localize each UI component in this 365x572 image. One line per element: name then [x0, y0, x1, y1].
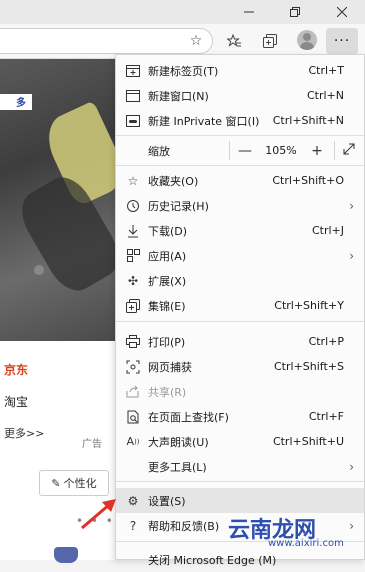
profile-avatar[interactable]	[297, 30, 317, 50]
minimize-button[interactable]	[226, 0, 272, 24]
zoom-controls: — 105% +	[234, 138, 328, 163]
settings-menu: 新建标签页(T) Ctrl+T 新建窗口(N) Ctrl+N 新建 InPriv…	[115, 54, 365, 567]
page-content: 多 京东 淘宝 更多>> 广告 ✎ 个性化 • • •	[0, 59, 115, 563]
close-icon	[337, 7, 347, 17]
menu-item-find[interactable]: 在页面上查找(F) Ctrl+F	[116, 404, 364, 429]
collections-icon[interactable]	[258, 29, 282, 53]
menu-item-read-aloud[interactable]: A)) 大声朗读(U) Ctrl+Shift+U	[116, 429, 364, 454]
menu-item-new-inprivate[interactable]: 新建 InPrivate 窗口(I) Ctrl+Shift+N	[116, 108, 364, 133]
apps-icon	[125, 248, 141, 264]
chevron-right-icon: ›	[349, 248, 354, 263]
favorite-star-icon[interactable]: ☆	[184, 29, 208, 53]
download-icon	[125, 223, 141, 239]
menu-divider	[116, 135, 364, 136]
close-button[interactable]	[319, 0, 365, 24]
more-link[interactable]: 更多>>	[4, 425, 44, 441]
watermark-url: www.aixiri.com	[268, 538, 344, 549]
web-capture-icon	[125, 359, 141, 375]
zoom-in-button[interactable]: +	[306, 143, 328, 159]
menu-item-extensions[interactable]: ✣ 扩展(X)	[116, 268, 364, 293]
banner-image[interactable]: 多	[0, 59, 115, 341]
share-icon	[125, 384, 141, 400]
menu-item-share[interactable]: 共享(R)	[116, 379, 364, 404]
minimize-icon	[244, 11, 254, 13]
ad-label: 广告	[82, 439, 102, 450]
title-bar	[0, 0, 365, 24]
menu-divider	[116, 165, 364, 166]
fullscreen-icon[interactable]	[343, 143, 355, 158]
menu-item-settings[interactable]: ⚙ 设置(S)	[116, 488, 364, 513]
chevron-right-icon: ›	[349, 198, 354, 213]
collections-icon	[125, 298, 141, 314]
restore-button[interactable]	[272, 0, 318, 24]
inprivate-icon	[125, 113, 141, 129]
menu-item-history[interactable]: 历史记录(H) ›	[116, 193, 364, 218]
edit-icon: ✎	[51, 476, 61, 490]
settings-and-more-button[interactable]: ···	[326, 28, 358, 54]
menu-item-web-capture[interactable]: 网页捕获 Ctrl+Shift+S	[116, 354, 364, 379]
chevron-right-icon: ›	[349, 518, 354, 533]
chevron-right-icon: ›	[349, 459, 354, 474]
address-bar[interactable]	[0, 28, 213, 54]
find-icon	[125, 409, 141, 425]
taobao-link[interactable]: 淘宝	[4, 393, 28, 410]
jd-link[interactable]: 京东	[4, 361, 28, 378]
settings-icon: ⚙	[127, 493, 139, 508]
menu-item-apps[interactable]: 应用(A) ›	[116, 243, 364, 268]
menu-divider	[116, 321, 364, 322]
favorites-icon[interactable]	[222, 29, 246, 53]
more-icon: ···	[333, 33, 351, 49]
menu-item-favorites[interactable]: ☆ 收藏夹(O) Ctrl+Shift+O	[116, 168, 364, 193]
menu-item-zoom: 缩放 — 105% +	[116, 138, 364, 163]
banner-label[interactable]: 多	[0, 94, 32, 110]
restore-icon	[290, 7, 300, 17]
read-aloud-icon: A))	[126, 435, 140, 448]
menu-item-new-tab[interactable]: 新建标签页(T) Ctrl+T	[116, 58, 364, 83]
favorites-icon: ☆	[127, 173, 139, 188]
red-arrow-annotation	[81, 499, 116, 530]
history-icon	[125, 198, 141, 214]
zoom-out-button[interactable]: —	[234, 143, 256, 159]
menu-item-downloads[interactable]: 下载(D) Ctrl+J	[116, 218, 364, 243]
extensions-icon: ✣	[127, 273, 139, 288]
menu-item-more-tools[interactable]: 更多工具(L) ›	[116, 454, 364, 479]
new-tab-icon	[125, 63, 141, 79]
new-window-icon	[125, 88, 141, 104]
menu-item-collections[interactable]: 集锦(E) Ctrl+Shift+Y	[116, 293, 364, 318]
menu-item-print[interactable]: 打印(P) Ctrl+P	[116, 329, 364, 354]
help-icon: ?	[129, 518, 137, 533]
zoom-level: 105%	[265, 144, 297, 157]
badge-icon	[54, 547, 78, 563]
menu-divider	[116, 481, 364, 482]
menu-item-new-window[interactable]: 新建窗口(N) Ctrl+N	[116, 83, 364, 108]
print-icon	[125, 334, 141, 350]
